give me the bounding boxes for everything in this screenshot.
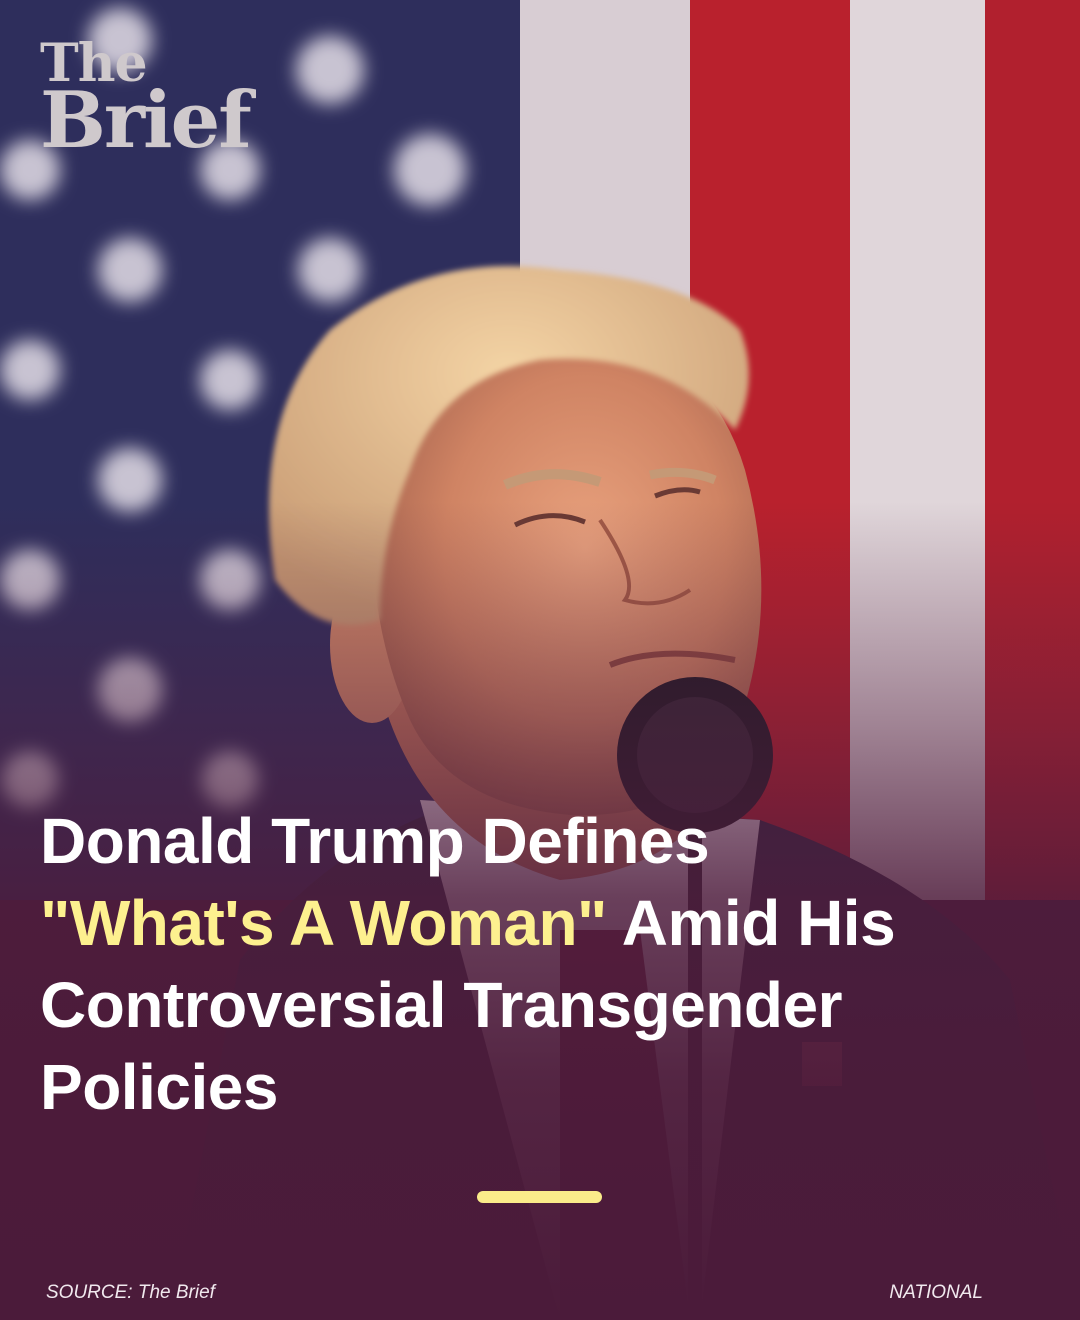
accent-bar: [477, 1191, 602, 1203]
brand-logo: The Brief: [40, 38, 252, 166]
headline-highlight: "What's A Woman": [40, 887, 607, 959]
headline-part-1: Donald Trump Defines: [40, 805, 710, 877]
headline: Donald Trump Defines "What's A Woman" Am…: [40, 800, 1040, 1128]
category-label: NATIONAL: [889, 1282, 983, 1303]
logo-line-2: Brief: [40, 74, 252, 166]
news-card: The Brief Donald Trump Defines "What's A…: [0, 0, 1080, 1320]
source-label: SOURCE: The Brief: [46, 1282, 215, 1303]
